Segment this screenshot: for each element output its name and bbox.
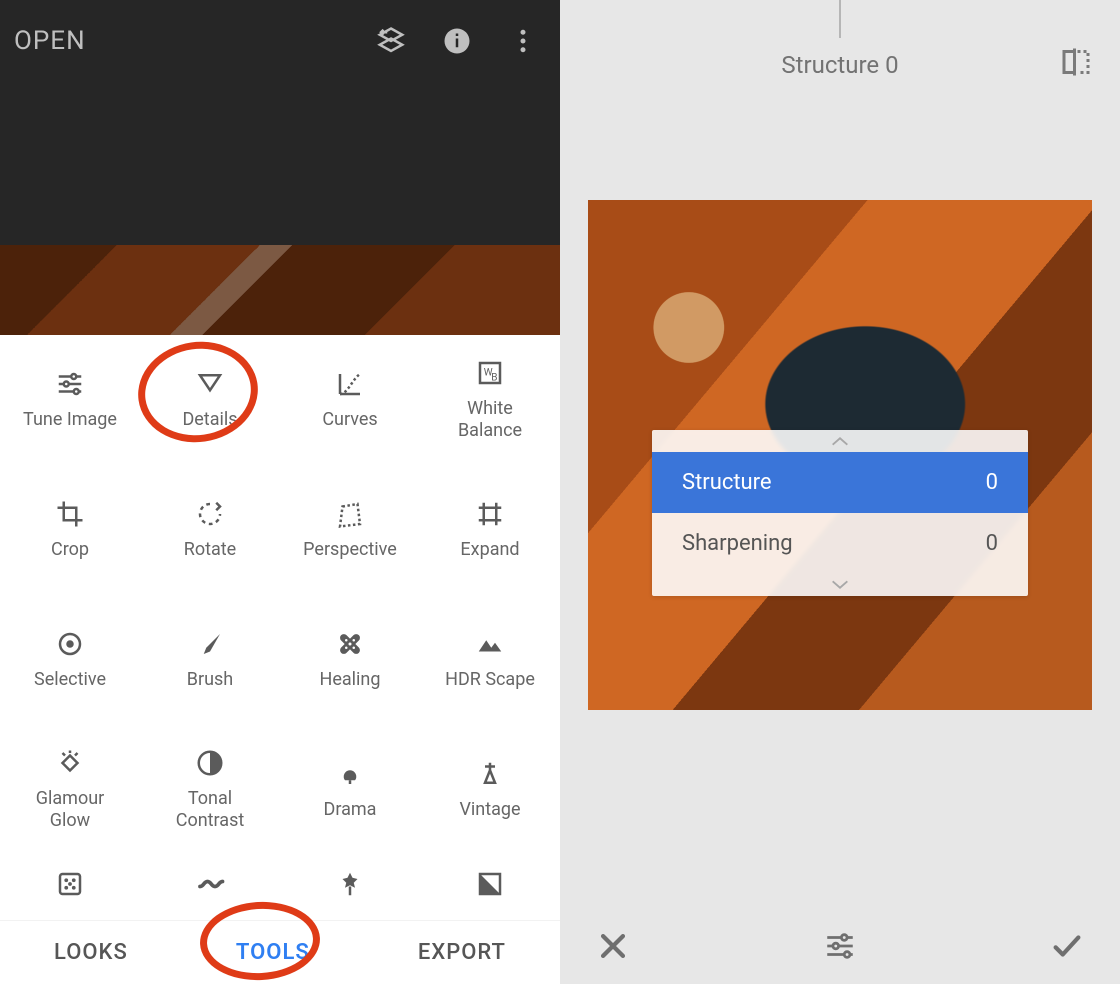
tab-export[interactable]: EXPORT bbox=[418, 940, 506, 965]
tool-curves[interactable]: Curves bbox=[280, 335, 420, 465]
tool-grainy-film[interactable] bbox=[0, 855, 140, 915]
tune-image-icon bbox=[55, 369, 85, 399]
photo-preview-strip bbox=[0, 245, 560, 335]
selective-icon bbox=[55, 629, 85, 659]
param-value: 0 bbox=[986, 531, 998, 556]
tool-perspective[interactable]: Perspective bbox=[280, 465, 420, 595]
tab-looks[interactable]: LOOKS bbox=[54, 940, 128, 965]
tool-expand[interactable]: Expand bbox=[420, 465, 560, 595]
check-icon[interactable] bbox=[1050, 929, 1084, 963]
bottom-tab-bar: LOOKS TOOLS EXPORT bbox=[0, 920, 560, 984]
tool-healing[interactable]: Healing bbox=[280, 595, 420, 725]
tool-label: Details bbox=[182, 409, 237, 431]
grainy-film-icon bbox=[55, 869, 85, 899]
healing-icon bbox=[335, 629, 365, 659]
tool-label: White Balance bbox=[458, 398, 522, 441]
tool-label: Curves bbox=[322, 409, 377, 431]
curves-icon bbox=[335, 369, 365, 399]
tool-label: Tune Image bbox=[23, 409, 117, 431]
chevron-up-icon bbox=[652, 430, 1028, 452]
rotate-icon bbox=[195, 499, 225, 529]
value-scale-center-tick bbox=[839, 0, 841, 38]
param-name: Structure bbox=[682, 470, 772, 495]
tool-label: Rotate bbox=[184, 539, 236, 561]
tool-grid: Tune Image Details Curves WB White Balan… bbox=[0, 335, 560, 984]
tool-glamour-glow[interactable]: Glamour Glow bbox=[0, 725, 140, 855]
crop-icon bbox=[55, 499, 85, 529]
tool-label: Glamour Glow bbox=[36, 788, 105, 831]
retrolux-icon bbox=[195, 869, 225, 899]
tool-details[interactable]: Details bbox=[140, 335, 280, 465]
overflow-menu-icon[interactable] bbox=[508, 26, 538, 56]
adjustment-value: 0 bbox=[885, 51, 899, 79]
tool-label: Expand bbox=[460, 539, 519, 561]
tools-screen: OPEN Tune Imag bbox=[0, 0, 560, 984]
glamour-glow-icon bbox=[55, 748, 85, 778]
tab-tools[interactable]: TOOLS bbox=[236, 940, 310, 965]
tool-drama[interactable]: Drama bbox=[280, 725, 420, 855]
editor-dim-backdrop: OPEN bbox=[0, 0, 560, 335]
tool-crop[interactable]: Crop bbox=[0, 465, 140, 595]
tool-vintage[interactable]: Vintage bbox=[420, 725, 560, 855]
tool-grunge[interactable] bbox=[280, 855, 420, 915]
tool-label: Tonal Contrast bbox=[176, 788, 245, 831]
brush-icon bbox=[195, 629, 225, 659]
details-icon bbox=[195, 369, 225, 399]
tool-label: HDR Scape bbox=[445, 669, 535, 691]
adjustment-readout: Structure 0 bbox=[560, 40, 1120, 90]
info-icon[interactable] bbox=[442, 26, 472, 56]
tool-tune-image[interactable]: Tune Image bbox=[0, 335, 140, 465]
close-icon[interactable] bbox=[596, 929, 630, 963]
tool-label: Vintage bbox=[459, 799, 520, 821]
tool-white-balance[interactable]: WB White Balance bbox=[420, 335, 560, 465]
param-name: Sharpening bbox=[682, 531, 793, 556]
tool-label: Healing bbox=[320, 669, 381, 691]
open-button[interactable]: OPEN bbox=[14, 26, 86, 56]
tool-label: Drama bbox=[324, 799, 377, 821]
tool-label: Perspective bbox=[303, 539, 397, 561]
tool-tonal-contrast[interactable]: Tonal Contrast bbox=[140, 725, 280, 855]
grunge-icon bbox=[335, 869, 365, 899]
bw-icon bbox=[475, 869, 505, 899]
details-adjust-screen: Structure 0 Structure 0 Sharpening 0 bbox=[560, 0, 1120, 984]
tools-panel: Tune Image Details Curves WB White Balan… bbox=[0, 335, 560, 920]
tool-retrolux[interactable] bbox=[140, 855, 280, 915]
tool-label: Brush bbox=[187, 669, 233, 691]
white-balance-icon: WB bbox=[475, 358, 505, 388]
tune-icon[interactable] bbox=[823, 929, 857, 963]
editor-top-bar: OPEN bbox=[0, 0, 560, 82]
adjustment-name: Structure bbox=[781, 51, 879, 79]
svg-text:B: B bbox=[491, 373, 497, 384]
tool-selective[interactable]: Selective bbox=[0, 595, 140, 725]
tool-label: Crop bbox=[51, 539, 89, 561]
vintage-icon bbox=[475, 759, 505, 789]
drama-icon bbox=[335, 759, 365, 789]
edit-stack-icon[interactable] bbox=[376, 26, 406, 56]
tonal-contrast-icon bbox=[195, 748, 225, 778]
param-row-sharpening[interactable]: Sharpening 0 bbox=[652, 513, 1028, 574]
tool-hdr-scape[interactable]: HDR Scape bbox=[420, 595, 560, 725]
expand-icon bbox=[475, 499, 505, 529]
param-row-structure[interactable]: Structure 0 bbox=[652, 452, 1028, 513]
hdr-scape-icon bbox=[475, 629, 505, 659]
compare-icon[interactable] bbox=[1058, 44, 1094, 80]
tool-label: Selective bbox=[34, 669, 106, 691]
parameter-picker[interactable]: Structure 0 Sharpening 0 bbox=[652, 430, 1028, 596]
tool-rotate[interactable]: Rotate bbox=[140, 465, 280, 595]
tool-bw[interactable] bbox=[420, 855, 560, 915]
param-value: 0 bbox=[986, 470, 998, 495]
perspective-icon bbox=[335, 499, 365, 529]
adjust-bottom-bar bbox=[560, 918, 1120, 974]
chevron-down-icon bbox=[652, 574, 1028, 596]
tool-brush[interactable]: Brush bbox=[140, 595, 280, 725]
